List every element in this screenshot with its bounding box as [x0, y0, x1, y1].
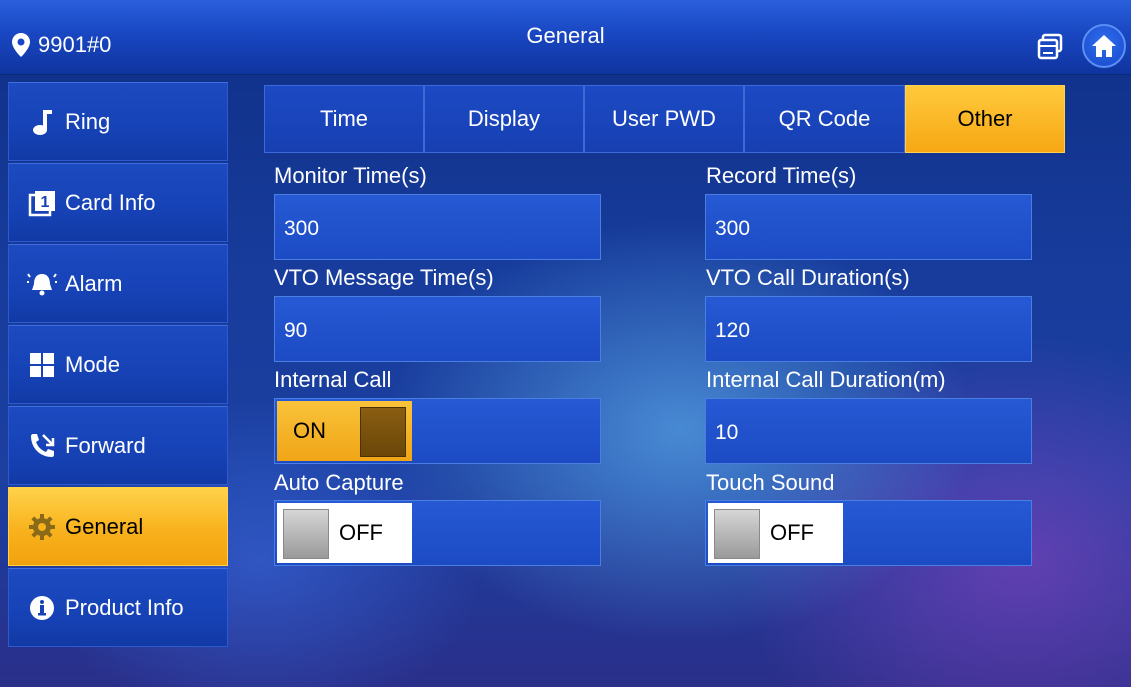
sidebar-item-product-info[interactable]: Product Info — [8, 568, 228, 647]
multi-window-icon[interactable] — [1036, 33, 1064, 61]
sidebar-item-ring[interactable]: Ring — [8, 82, 228, 161]
record-time-label: Record Time(s) — [706, 163, 857, 188]
sidebar-item-alarm[interactable]: Alarm — [8, 244, 228, 323]
vto-call-duration-field[interactable]: 120 — [705, 296, 1032, 362]
auto-capture-state: OFF — [339, 520, 383, 545]
page-title: General — [526, 23, 605, 48]
sidebar-item-mode[interactable]: Mode — [8, 325, 228, 404]
svg-text:1: 1 — [41, 194, 50, 211]
internal-call-duration-value: 10 — [715, 421, 739, 444]
vto-call-duration-value: 120 — [715, 319, 751, 342]
alarm-bell-icon — [27, 269, 57, 299]
internal-call-toggle[interactable]: ON — [277, 401, 412, 461]
tab-qr-code[interactable]: QR Code — [744, 85, 905, 153]
call-forward-icon — [27, 431, 57, 461]
tab-other[interactable]: Other — [905, 85, 1065, 153]
vto-call-duration-label: VTO Call Duration(s) — [706, 265, 910, 290]
touch-sound-label: Touch Sound — [706, 470, 835, 495]
auto-capture-toggle[interactable]: OFF — [277, 503, 412, 563]
sidebar-item-general[interactable]: General — [8, 487, 228, 566]
internal-call-duration-field[interactable]: 10 — [705, 398, 1032, 464]
record-time-value: 300 — [715, 217, 751, 240]
vto-message-time-label: VTO Message Time(s) — [274, 265, 494, 290]
music-note-icon — [27, 107, 57, 137]
internal-call-state: ON — [293, 418, 326, 443]
sidebar-item-label: General — [65, 513, 144, 539]
home-button[interactable] — [1082, 24, 1126, 68]
sidebar-item-label: Mode — [65, 351, 121, 377]
internal-call-toggle-row: ON — [274, 398, 601, 464]
info-icon — [27, 593, 57, 623]
sidebar-item-label: Forward — [65, 432, 146, 458]
sidebar-item-label: Product Info — [65, 594, 184, 620]
monitor-time-label: Monitor Time(s) — [274, 163, 427, 188]
touch-sound-state: OFF — [770, 520, 814, 545]
auto-capture-toggle-row: OFF — [274, 500, 601, 566]
vto-message-time-field[interactable]: 90 — [274, 296, 601, 362]
tab-time[interactable]: Time — [264, 85, 424, 153]
vto-message-time-value: 90 — [284, 319, 308, 342]
sidebar-item-label: Card Info — [65, 189, 156, 215]
card-icon: 1 — [27, 188, 57, 218]
touch-sound-toggle[interactable]: OFF — [708, 503, 843, 563]
internal-call-label: Internal Call — [274, 367, 392, 392]
touch-sound-toggle-row: OFF — [705, 500, 1032, 566]
home-icon — [1092, 35, 1116, 57]
tab-display[interactable]: Display — [424, 85, 584, 153]
header-bar: 9901#0 General — [0, 0, 1131, 75]
toggle-knob — [714, 509, 760, 559]
sidebar-item-label: Alarm — [65, 270, 123, 296]
record-time-field[interactable]: 300 — [705, 194, 1032, 260]
toggle-knob — [360, 407, 406, 457]
sidebar-item-card-info[interactable]: 1 Card Info — [8, 163, 228, 242]
auto-capture-label: Auto Capture — [274, 470, 404, 495]
internal-call-duration-label: Internal Call Duration(m) — [706, 367, 946, 392]
gear-icon — [27, 512, 57, 542]
sidebar-item-forward[interactable]: Forward — [8, 406, 228, 485]
tab-user-pwd[interactable]: User PWD — [584, 85, 744, 153]
mode-grid-icon — [27, 350, 57, 380]
sidebar-item-label: Ring — [65, 108, 111, 134]
toggle-knob — [283, 509, 329, 559]
monitor-time-value: 300 — [284, 217, 320, 240]
monitor-time-field[interactable]: 300 — [274, 194, 601, 260]
